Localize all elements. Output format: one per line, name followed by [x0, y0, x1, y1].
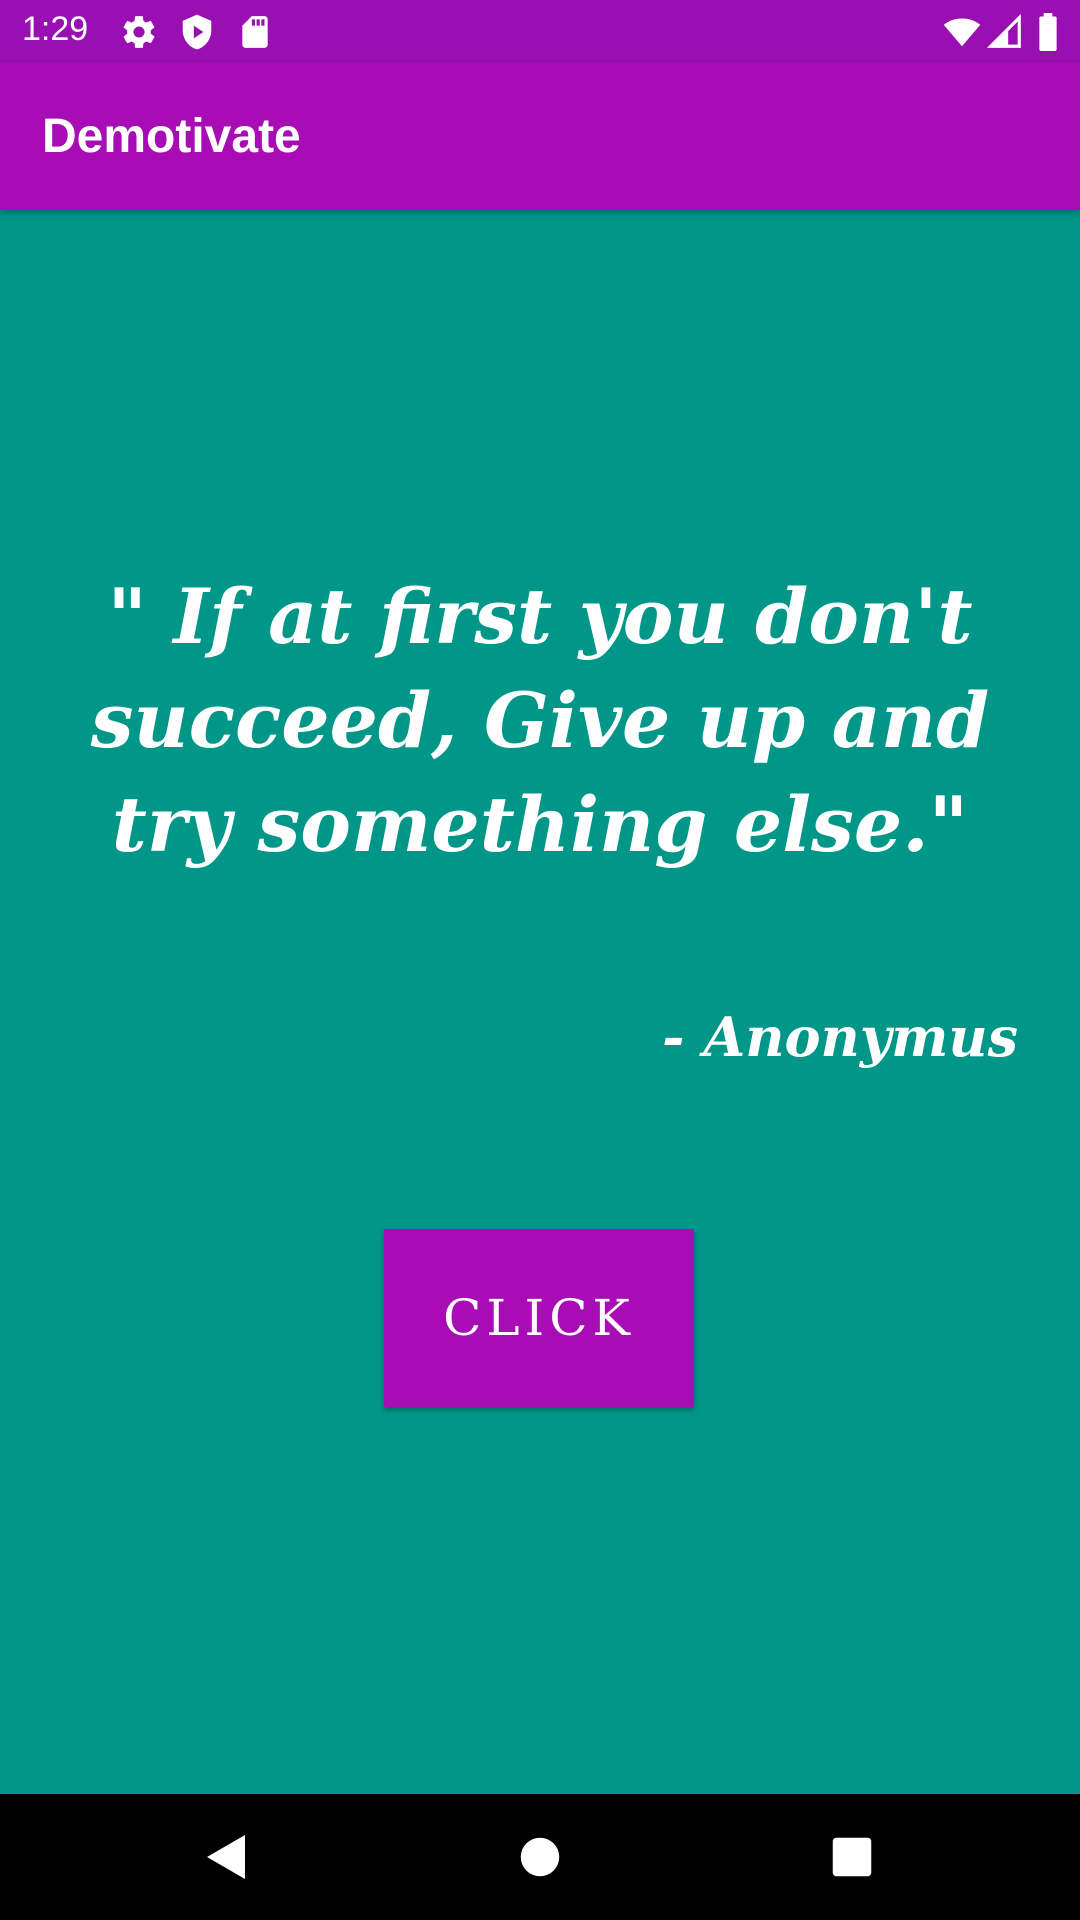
signal-icon: [986, 13, 1024, 51]
quote-text: " If at first you don't succeed, Give up…: [90, 572, 990, 869]
wifi-icon: [942, 13, 981, 51]
click-button[interactable]: CLICK: [384, 1229, 694, 1407]
battery-icon: [1036, 13, 1060, 52]
app-bar: Demotivate: [0, 63, 1080, 210]
status-time: 1:29: [22, 10, 89, 48]
gear-icon: [120, 13, 158, 51]
recents-icon[interactable]: [822, 1827, 882, 1887]
app-title: Demotivate: [42, 110, 301, 163]
back-icon[interactable]: [195, 1827, 255, 1887]
sd-card-icon: [236, 13, 274, 51]
quote-author: - Anonymus: [662, 1005, 1018, 1069]
app-screen: 1:29 Demotivate " If at first you don't …: [0, 0, 1080, 1920]
home-icon[interactable]: [510, 1827, 570, 1887]
navigation-bar: [0, 1794, 1080, 1920]
shield-play-icon: [178, 13, 216, 51]
status-bar: 1:29: [0, 0, 1080, 63]
